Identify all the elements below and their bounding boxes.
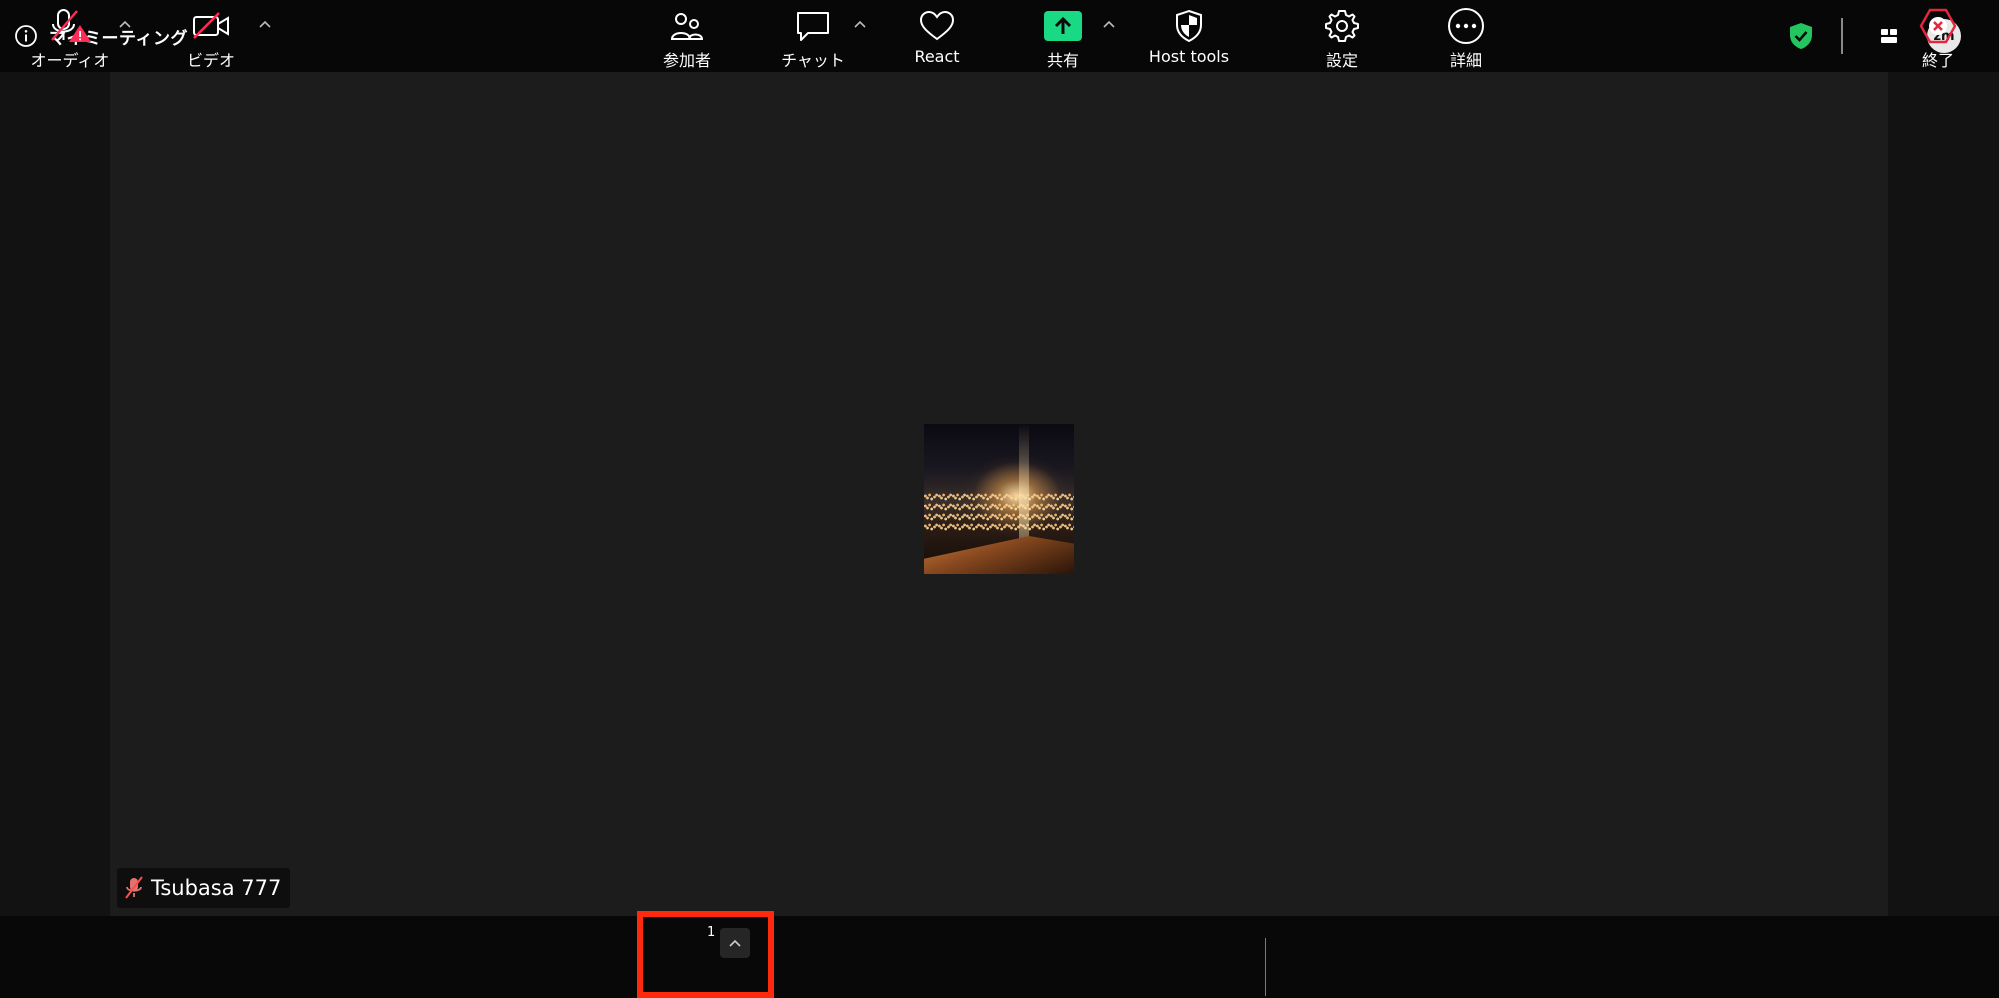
participant-name-tag: Tsubasa 777 (117, 868, 291, 908)
chat-icon (795, 9, 831, 43)
react-button[interactable]: React (906, 0, 968, 82)
video-off-icon (191, 9, 231, 43)
chevron-up-icon (854, 20, 866, 28)
security-shield-button[interactable] (1788, 22, 1814, 54)
end-label: 終了 (1921, 51, 1954, 70)
participants-button[interactable]: 参加者 (652, 0, 722, 82)
host-tools-shield-icon (1174, 9, 1204, 43)
audio-button[interactable]: オーディオ (22, 0, 118, 82)
participant-name: Tsubasa 777 (151, 876, 282, 900)
settings-button[interactable]: 設定 (1314, 0, 1370, 82)
chevron-up-icon (1103, 20, 1115, 28)
end-x-icon (1919, 8, 1957, 44)
chevron-up-icon (259, 20, 271, 28)
video-button[interactable]: ビデオ (183, 0, 239, 82)
heart-icon (918, 9, 956, 43)
participants-label: 参加者 (662, 51, 711, 70)
host-tools-button[interactable]: Host tools (1140, 0, 1238, 82)
participants-icon (670, 9, 704, 43)
gear-icon (1324, 9, 1360, 43)
grid-icon (1881, 29, 1897, 43)
share-label: 共有 (1046, 51, 1079, 70)
participant-profile-picture (924, 424, 1074, 574)
chevron-up-icon (119, 20, 131, 28)
share-button[interactable]: 共有 (1034, 0, 1092, 82)
react-label: React (914, 47, 960, 66)
video-options-caret[interactable] (257, 16, 273, 32)
share-options-caret[interactable] (1101, 16, 1117, 32)
mic-muted-icon (47, 9, 93, 43)
chat-button[interactable]: チャット (772, 0, 854, 82)
meeting-toolbar (0, 916, 1999, 998)
mic-muted-icon (121, 875, 147, 901)
chat-options-caret[interactable] (852, 16, 868, 32)
shield-check-icon (1790, 23, 1812, 49)
more-dots-icon (1447, 8, 1485, 44)
more-label: 詳細 (1449, 51, 1482, 70)
chat-label: チャット (781, 51, 845, 70)
toolbar-divider (1265, 938, 1266, 996)
audio-options-caret[interactable] (117, 16, 133, 32)
participants-highlight-box (637, 911, 774, 998)
audio-label: オーディオ (30, 51, 110, 70)
more-button[interactable]: 詳細 (1438, 0, 1494, 82)
settings-label: 設定 (1325, 51, 1358, 70)
share-arrow-icon (1044, 9, 1082, 43)
end-button[interactable]: 終了 (1910, 0, 1966, 82)
top-divider (1841, 18, 1843, 54)
view-layout-button[interactable] (1878, 25, 1900, 47)
video-label: ビデオ (186, 51, 235, 70)
host-tools-label: Host tools (1148, 47, 1230, 66)
top-bar (0, 0, 1999, 72)
